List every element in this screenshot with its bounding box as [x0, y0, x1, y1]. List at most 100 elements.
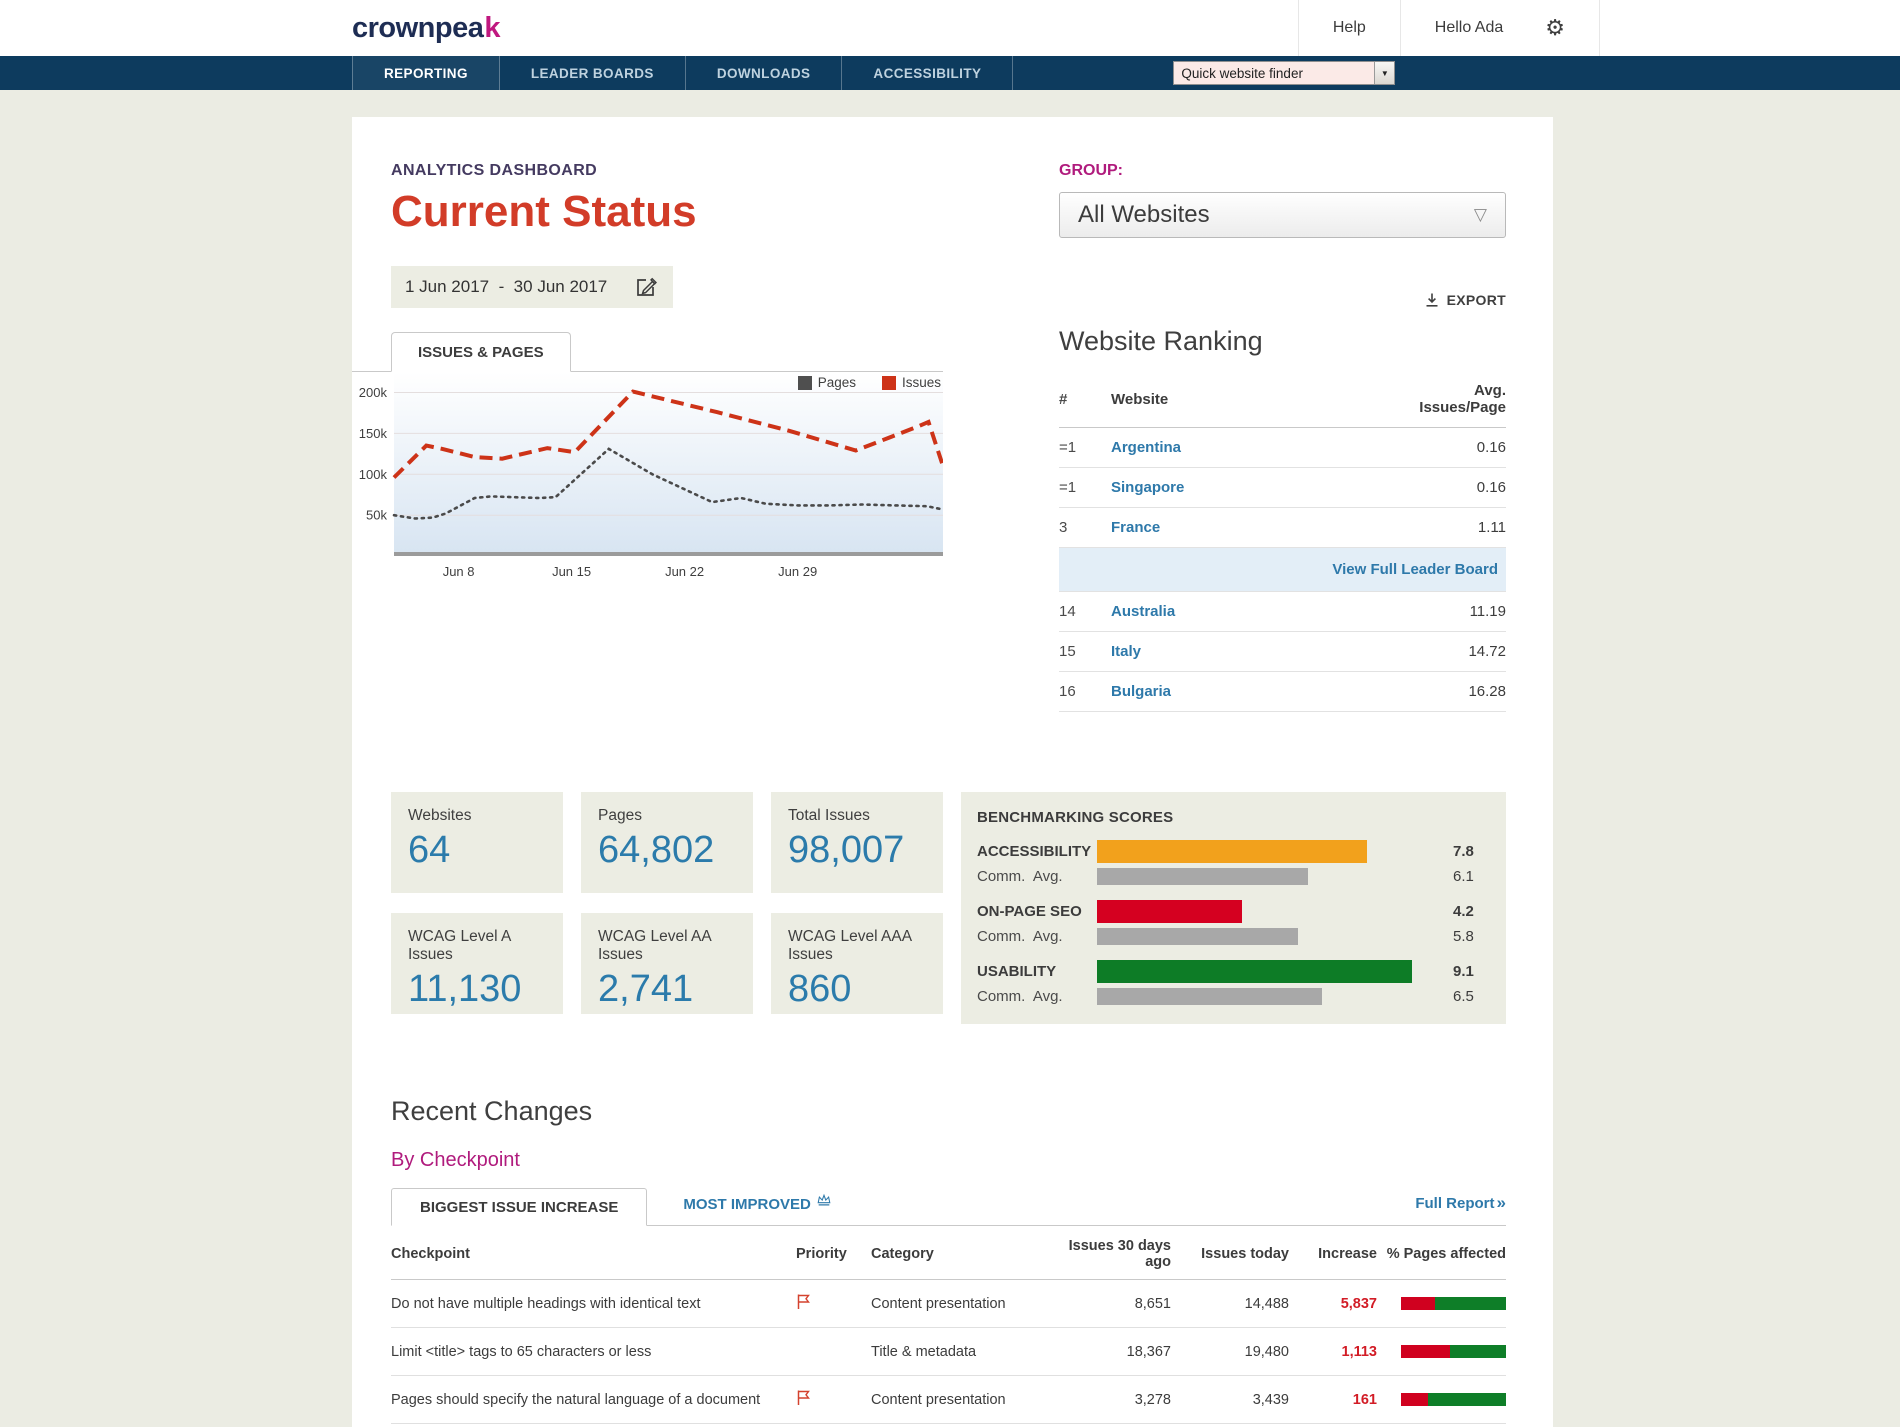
stat-box: Websites 64	[391, 792, 563, 893]
pages-affected-bar	[1401, 1345, 1506, 1358]
ranking-row: 15 Italy 14.72	[1059, 632, 1506, 672]
chevron-down-icon: ▼	[1374, 62, 1394, 84]
avg-issues-value: 16.28	[1396, 683, 1506, 700]
checkpoint-row: Pages should specify the natural languag…	[391, 1376, 1506, 1424]
pages-affected-red	[1401, 1393, 1428, 1406]
ranking-row: =1 Argentina 0.16	[1059, 428, 1506, 468]
nav-item[interactable]: REPORTING	[352, 56, 500, 90]
checkpoint-row: Limit <title> tags to 65 characters or l…	[391, 1328, 1506, 1376]
issues-30-days-ago: 18,367	[1061, 1344, 1171, 1360]
date-range-value: 1 Jun 2017 - 30 Jun 2017	[405, 277, 607, 297]
help-link[interactable]: Help	[1298, 0, 1400, 56]
legend-item: Pages	[798, 375, 856, 390]
pages-affected-red	[1401, 1297, 1435, 1310]
svg-text:Jun 8: Jun 8	[443, 564, 475, 579]
checkpoint-header-row: Checkpoint Priority Category Issues 30 d…	[391, 1226, 1506, 1280]
quick-website-finder-select[interactable]: Quick website finder ▼	[1173, 61, 1395, 85]
svg-text:50k: 50k	[366, 508, 387, 523]
group-selected-value: All Websites	[1078, 201, 1210, 229]
tab-biggest-issue-increase[interactable]: BIGGEST ISSUE INCREASE	[391, 1188, 647, 1226]
page-body: ANALYTICS DASHBOARD Current Status 1 Jun…	[0, 90, 1900, 1427]
view-full-leader-board-link[interactable]: View Full Leader Board	[1059, 548, 1506, 592]
checkpoint-category: Title & metadata	[871, 1344, 1061, 1360]
website-link[interactable]: Argentina	[1111, 439, 1181, 456]
stat-box: WCAG Level AAA Issues 860	[771, 913, 943, 1014]
ranking-row: 3 France 1.11	[1059, 508, 1506, 548]
stat-value: 11,130	[408, 970, 555, 1008]
date-range-control[interactable]: 1 Jun 2017 - 30 Jun 2017	[391, 266, 673, 308]
export-button[interactable]: EXPORT	[1424, 292, 1506, 308]
community-average-label: Comm. Avg.	[977, 868, 1097, 885]
rank-value: 16	[1059, 683, 1111, 700]
checkpoint-name: Limit <title> tags to 65 characters or l…	[391, 1344, 796, 1360]
stat-value: 98,007	[788, 831, 935, 869]
full-report-link-checkpoint[interactable]: Full Report»	[1415, 1193, 1506, 1225]
avg-issues-value: 11.19	[1396, 603, 1506, 620]
double-chevron-icon: »	[1497, 1193, 1506, 1212]
increase-value: 5,837	[1289, 1296, 1377, 1312]
community-average-value: 6.5	[1453, 988, 1474, 1005]
pages-affected-bar	[1401, 1297, 1506, 1310]
stat-box: WCAG Level AA Issues 2,741	[581, 913, 753, 1014]
checkpoint-row: Do not have multiple headings with ident…	[391, 1280, 1506, 1328]
ranking-row: 16 Bulgaria 16.28	[1059, 672, 1506, 712]
checkpoint-tabbar: BIGGEST ISSUE INCREASE MOST IMPROVED Ful…	[391, 1188, 1506, 1226]
stat-value: 860	[788, 970, 935, 1008]
group-dropdown[interactable]: All Websites ▽	[1059, 192, 1506, 238]
stat-box: Pages 64,802	[581, 792, 753, 893]
trend-line-chart: 200k150k100k50kJun 8Jun 15Jun 22Jun 29	[352, 372, 943, 604]
user-menu[interactable]: Hello Ada ⚙	[1400, 0, 1600, 56]
legend-item: Issues	[882, 375, 941, 390]
stat-value: 2,741	[598, 970, 745, 1008]
avg-issues-value: 1.11	[1396, 519, 1506, 536]
benchmark-group: ACCESSIBILITY 7.8 Comm. Avg. 6.1	[977, 839, 1486, 886]
checkpoint-name: Pages should specify the natural languag…	[391, 1392, 796, 1408]
ranking-title: Website Ranking	[1059, 326, 1506, 357]
main-nav: REPORTINGLEADER BOARDSDOWNLOADSACCESSIBI…	[0, 56, 1900, 90]
stat-value: 64,802	[598, 831, 745, 869]
svg-text:Jun 22: Jun 22	[665, 564, 704, 579]
crownpeak-logo: crownpeak	[352, 0, 500, 56]
website-ranking-table: # Website Avg. Issues/Page =1 Argentina …	[1059, 371, 1506, 712]
website-link[interactable]: France	[1111, 519, 1160, 536]
increase-value: 161	[1289, 1392, 1377, 1408]
rank-value: =1	[1059, 439, 1111, 456]
website-link[interactable]: Singapore	[1111, 479, 1184, 496]
nav-item[interactable]: DOWNLOADS	[686, 56, 843, 90]
avg-issues-value: 0.16	[1396, 439, 1506, 456]
nav-item[interactable]: ACCESSIBILITY	[842, 56, 1013, 90]
ranking-header-row: # Website Avg. Issues/Page	[1059, 371, 1506, 428]
stats-grid: Websites 64 Pages 64,802 Total Issues 98…	[391, 792, 943, 1024]
website-link[interactable]: Bulgaria	[1111, 683, 1171, 700]
download-icon	[1424, 292, 1440, 308]
edit-date-icon[interactable]	[635, 276, 657, 298]
issues-today: 14,488	[1171, 1296, 1289, 1312]
legend-swatch	[798, 376, 812, 390]
benchmark-group: USABILITY 9.1 Comm. Avg. 6.5	[977, 959, 1486, 1006]
benchmark-score-bar	[1097, 840, 1367, 863]
nav-item[interactable]: LEADER BOARDS	[500, 56, 686, 90]
gear-icon[interactable]: ⚙	[1545, 16, 1565, 41]
website-link[interactable]: Italy	[1111, 643, 1141, 660]
benchmarking-panel: BENCHMARKING SCORES ACCESSIBILITY 7.8 Co…	[961, 792, 1506, 1024]
benchmark-score-value: 4.2	[1453, 903, 1474, 920]
checkpoint-table: Checkpoint Priority Category Issues 30 d…	[391, 1226, 1506, 1424]
stat-label: WCAG Level AAA Issues	[788, 928, 935, 964]
checkpoint-category: Content presentation	[871, 1392, 1061, 1408]
benchmarking-title: BENCHMARKING SCORES	[977, 809, 1486, 826]
avg-issues-value: 0.16	[1396, 479, 1506, 496]
dashboard-kicker: ANALYTICS DASHBOARD	[391, 162, 943, 180]
website-link[interactable]: Australia	[1111, 603, 1175, 620]
svg-text:Jun 29: Jun 29	[778, 564, 817, 579]
tab-most-improved[interactable]: MOST IMPROVED	[683, 1196, 832, 1225]
pages-affected-bar	[1401, 1393, 1506, 1406]
community-average-label: Comm. Avg.	[977, 928, 1097, 945]
svg-text:Jun 15: Jun 15	[552, 564, 591, 579]
stat-label: Total Issues	[788, 807, 935, 825]
benchmark-score-bar	[1097, 900, 1242, 923]
tab-issues-and-pages[interactable]: ISSUES & PAGES	[391, 332, 571, 372]
stat-label: WCAG Level AA Issues	[598, 928, 745, 964]
priority-flag-icon	[796, 1389, 871, 1410]
avg-issues-value: 14.72	[1396, 643, 1506, 660]
checkpoint-name: Do not have multiple headings with ident…	[391, 1296, 796, 1312]
